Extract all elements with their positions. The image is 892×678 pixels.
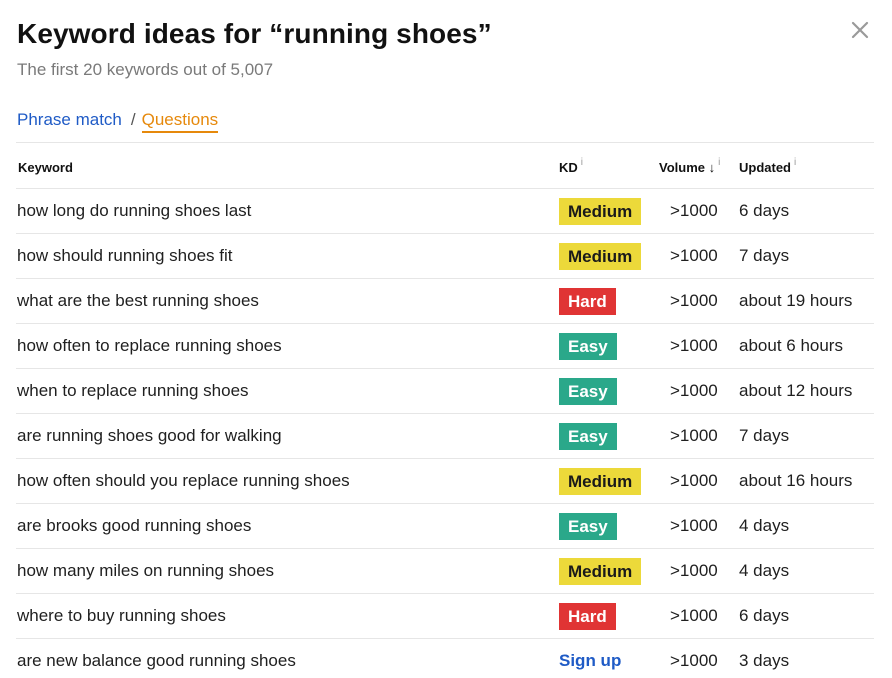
volume-cell: >1000 — [670, 651, 718, 670]
table-row[interactable]: when to replace running shoes Easy >1000 ab… — [16, 369, 874, 414]
kd-cell: Easy — [559, 423, 617, 450]
keyword-cell[interactable]: where to buy running shoes — [17, 606, 226, 626]
kd-badge-hard: Hard — [559, 603, 616, 630]
updated-info-icon[interactable]: i — [794, 157, 796, 168]
tab-phrase-match[interactable]: Phrase match — [17, 110, 122, 129]
volume-cell: >1000 — [670, 246, 718, 265]
updated-cell: 6 days — [739, 201, 790, 220]
keyword-cell[interactable]: are new balance good running shoes — [17, 651, 296, 671]
updated-cell: about 16 hours — [739, 471, 853, 490]
sign-up-link[interactable]: Sign up — [559, 651, 621, 671]
close-icon[interactable] — [848, 18, 872, 42]
kd-cell: Medium — [559, 558, 642, 585]
keyword-cell[interactable]: are running shoes good for walking — [17, 426, 282, 446]
kd-cell: Easy — [559, 333, 617, 360]
kd-badge-medium: Medium — [559, 558, 642, 585]
tab-questions[interactable]: Questions — [141, 110, 219, 133]
header-keyword[interactable]: Keyword — [18, 160, 73, 175]
kd-cell: Hard — [559, 603, 616, 630]
table-header: Keyword KD i Volume ↓ i Updated i — [16, 143, 874, 189]
kd-cell: Medium — [559, 198, 642, 225]
keywords-table: Keyword KD i Volume ↓ i Updated i how long … — [16, 142, 874, 678]
volume-cell: >1000 — [670, 606, 718, 625]
kd-cell: Medium — [559, 243, 642, 270]
table-row[interactable]: what are the best running shoes Hard >1000… — [16, 279, 874, 324]
volume-cell: >1000 — [670, 471, 718, 490]
kd-badge-hard: Hard — [559, 288, 616, 315]
keyword-cell[interactable]: when to replace running shoes — [17, 381, 249, 401]
volume-cell: >1000 — [670, 291, 718, 310]
kd-badge-easy: Easy — [559, 423, 617, 450]
table-row[interactable]: how often to replace running shoes Easy >1… — [16, 324, 874, 369]
keyword-cell[interactable]: are brooks good running shoes — [17, 516, 251, 536]
table-row[interactable]: how often should you replace running sho… — [16, 459, 874, 504]
volume-info-icon[interactable]: i — [718, 157, 720, 168]
table-body: how long do running shoes last Medium >100… — [16, 189, 874, 678]
kd-badge-medium: Medium — [559, 243, 642, 270]
table-row[interactable]: how many miles on running shoes Medium >10… — [16, 549, 874, 594]
updated-cell: about 12 hours — [739, 381, 853, 400]
kd-cell: Easy — [559, 513, 617, 540]
updated-cell: 7 days — [739, 246, 790, 265]
updated-cell: 4 days — [739, 516, 790, 535]
keyword-tabs: Phrase match / Questions — [17, 110, 219, 133]
kd-badge-medium: Medium — [559, 468, 642, 495]
kd-cell: Hard — [559, 288, 616, 315]
keyword-cell[interactable]: how often to replace running shoes — [17, 336, 282, 356]
kd-cell: Easy — [559, 378, 617, 405]
tab-separator: / — [130, 110, 136, 129]
keyword-cell[interactable]: what are the best running shoes — [17, 291, 259, 311]
volume-cell: >1000 — [670, 336, 718, 355]
kd-badge-easy: Easy — [559, 513, 617, 540]
header-volume[interactable]: Volume ↓ i — [659, 157, 720, 175]
updated-cell: 4 days — [739, 561, 790, 580]
volume-cell: >1000 — [670, 381, 718, 400]
volume-cell: >1000 — [670, 426, 718, 445]
header-updated[interactable]: Updated i — [739, 157, 796, 175]
table-row[interactable]: how long do running shoes last Medium >100… — [16, 189, 874, 234]
header-kd[interactable]: KD i — [559, 157, 583, 175]
keyword-cell[interactable]: how often should you replace running sho… — [17, 471, 350, 491]
updated-cell: 3 days — [739, 651, 790, 670]
kd-badge-medium: Medium — [559, 198, 642, 225]
table-row[interactable]: where to buy running shoes Hard >1000 6 day… — [16, 594, 874, 639]
kd-badge-easy: Easy — [559, 378, 617, 405]
kd-badge-easy: Easy — [559, 333, 617, 360]
kd-cell: Medium — [559, 468, 642, 495]
table-row[interactable]: are new balance good running shoes Sign u… — [16, 639, 874, 678]
updated-cell: about 19 hours — [739, 291, 853, 310]
updated-cell: 6 days — [739, 606, 790, 625]
sort-down-arrow-icon: ↓ — [708, 160, 716, 175]
dialog-subtitle: The first 20 keywords out of 5,007 — [17, 60, 274, 79]
table-row[interactable]: how should running shoes fit Medium >1000 7… — [16, 234, 874, 279]
keyword-cell[interactable]: how long do running shoes last — [17, 201, 251, 221]
keyword-ideas-dialog: Keyword ideas for “running shoes” The fi… — [0, 0, 892, 678]
volume-cell: >1000 — [670, 516, 718, 535]
updated-cell: 7 days — [739, 426, 790, 445]
keyword-cell[interactable]: how many miles on running shoes — [17, 561, 274, 581]
table-row[interactable]: are running shoes good for walking Easy >1… — [16, 414, 874, 459]
volume-cell: >1000 — [670, 561, 718, 580]
table-row[interactable]: are brooks good running shoes Easy >1000 4 … — [16, 504, 874, 549]
kd-info-icon[interactable]: i — [581, 157, 583, 168]
keyword-cell[interactable]: how should running shoes fit — [17, 246, 232, 266]
dialog-title: Keyword ideas for “running shoes” — [17, 18, 492, 49]
volume-cell: >1000 — [670, 201, 718, 220]
updated-cell: about 6 hours — [739, 336, 843, 355]
